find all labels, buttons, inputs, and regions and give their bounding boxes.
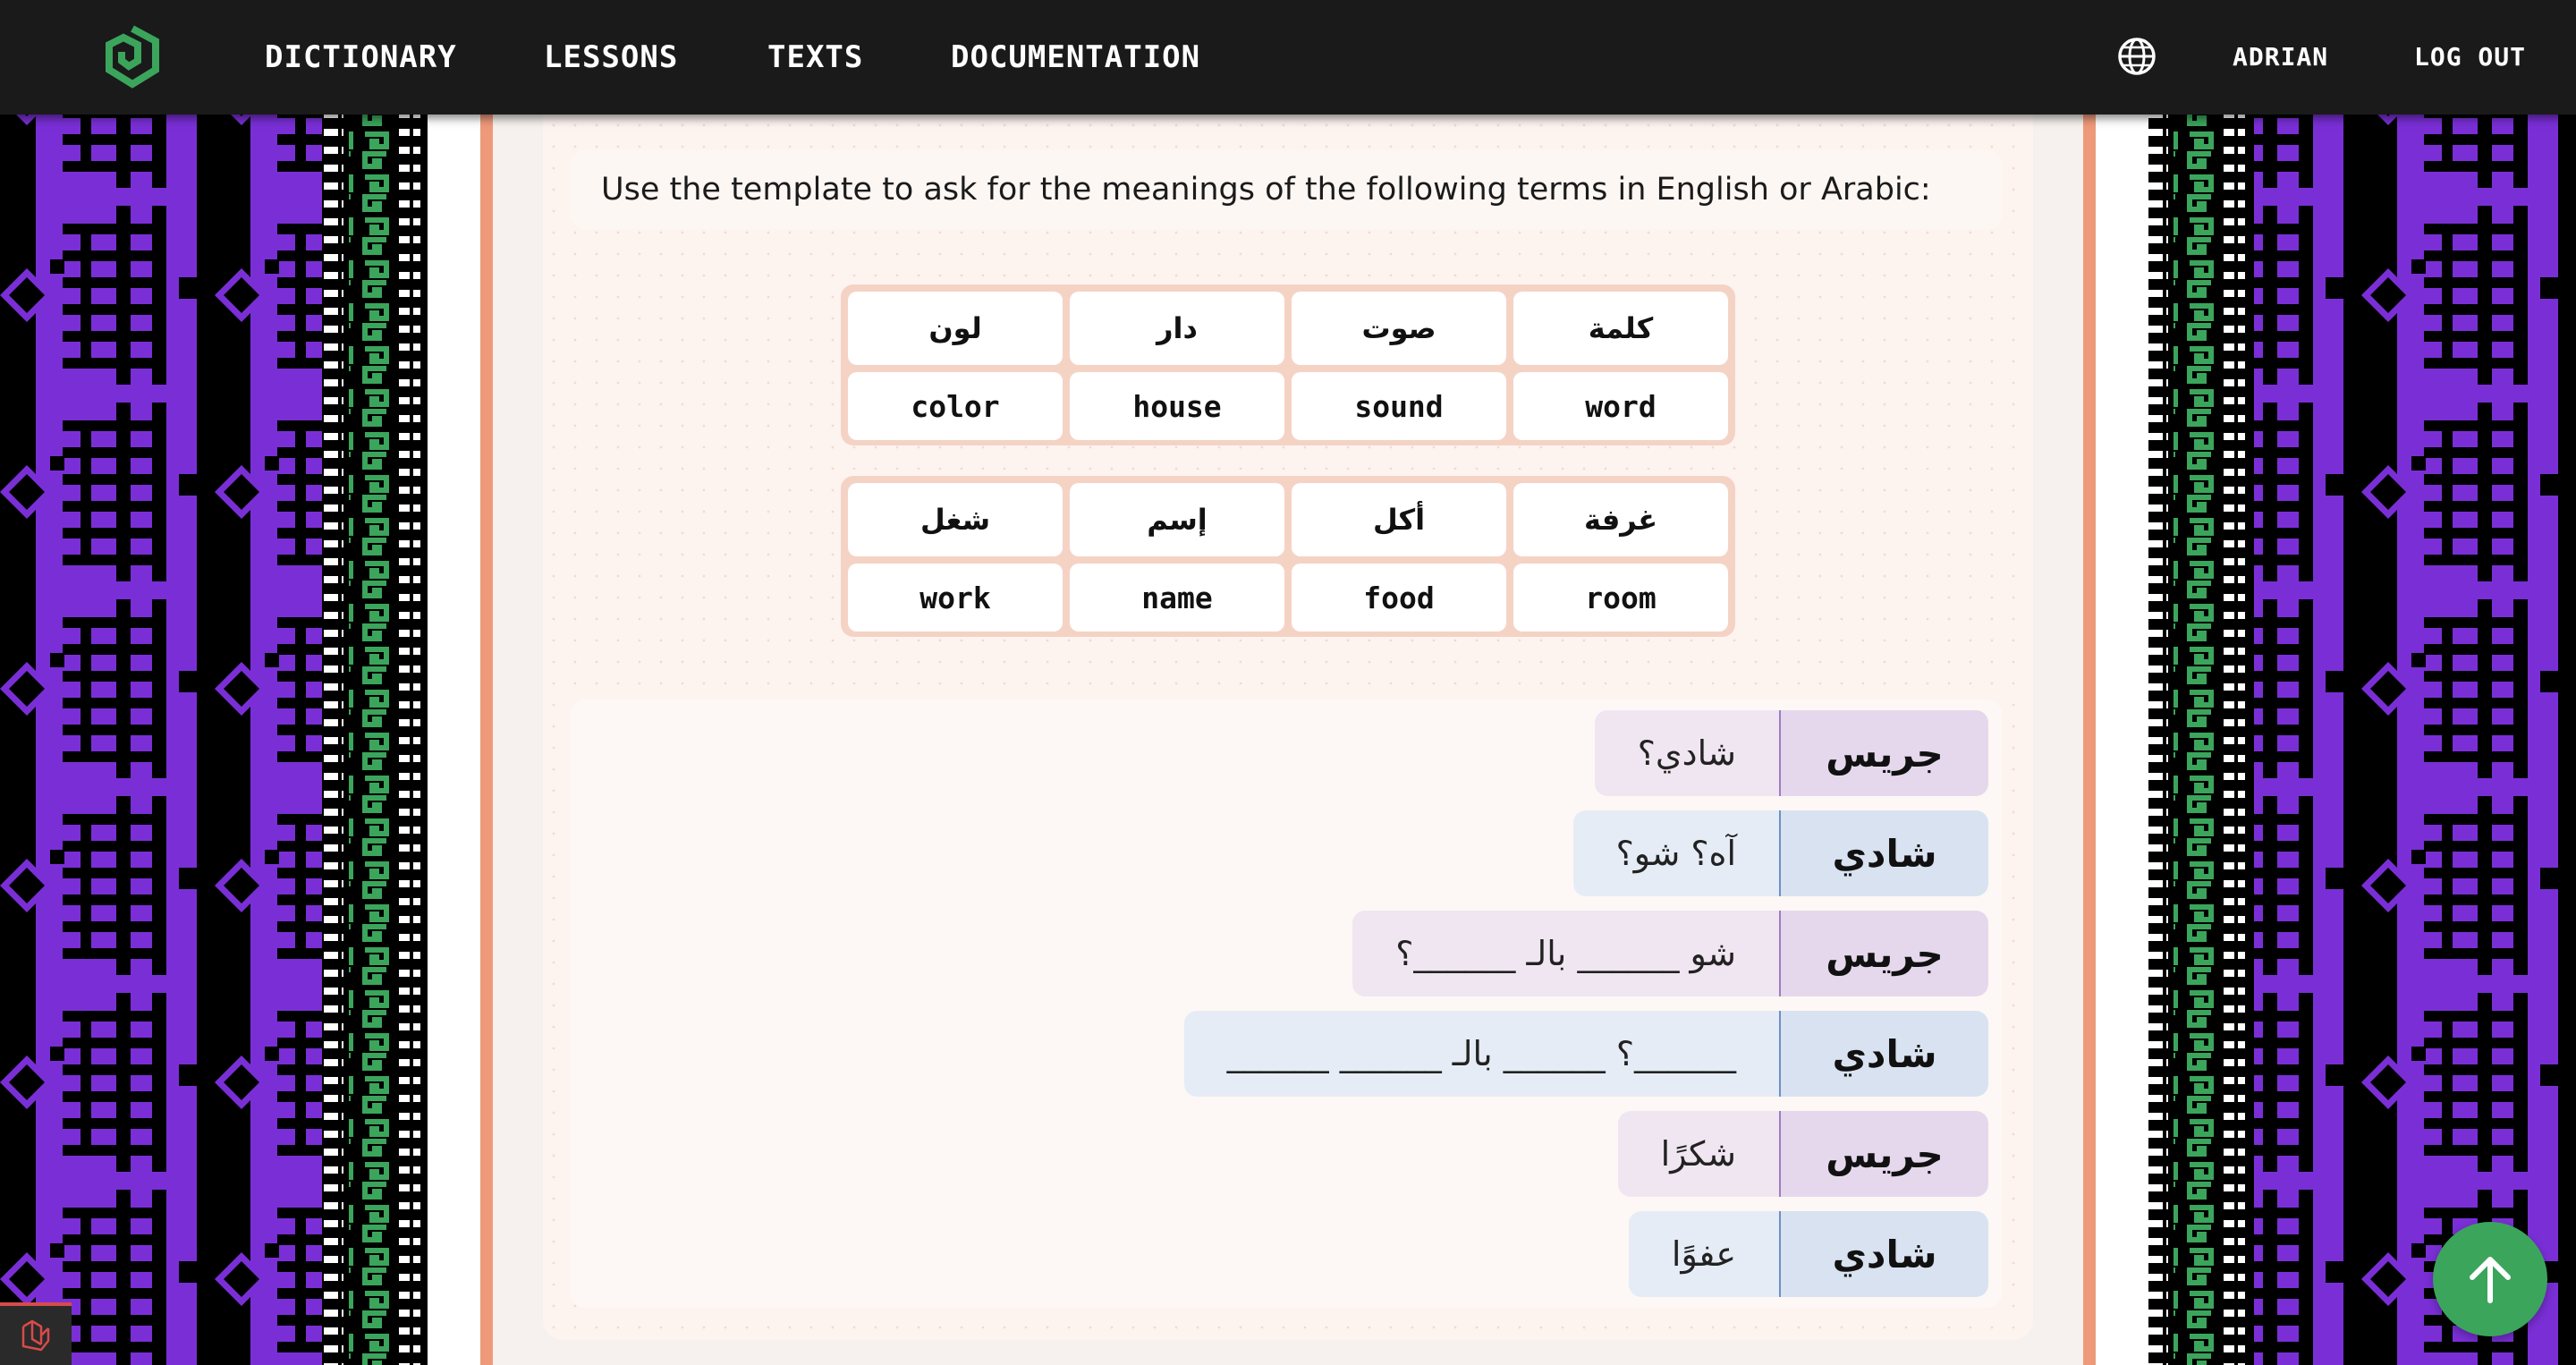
dialogue-text: آه؟ شو؟ bbox=[1572, 810, 1779, 896]
dialogue-text: عفوًا bbox=[1628, 1211, 1779, 1297]
dialogue-speaker: شادي bbox=[1779, 1011, 1988, 1097]
vocab-arabic-term: إسم bbox=[1070, 483, 1284, 556]
dialogue-text: شكرًا bbox=[1617, 1111, 1779, 1197]
exercise-instruction: Use the template to ask for the meanings… bbox=[571, 150, 2002, 229]
dialogue-line: شادي عفوًا bbox=[1628, 1211, 1988, 1297]
vocab-arabic-term: غرفة bbox=[1513, 483, 1728, 556]
vocab-set-2: غرفة أكل إسم شغل room food name work bbox=[841, 476, 1735, 637]
tatreez-border-left bbox=[0, 0, 429, 1365]
dialogue-line: جريس شادي؟ bbox=[1594, 710, 1988, 796]
page-margin-left bbox=[428, 114, 481, 1365]
dialogue-line: شادي آه؟ شو؟ bbox=[1572, 810, 1988, 896]
dialogue-line: جريس شو ______ بالـ ______؟ bbox=[1352, 911, 1988, 996]
dialogue-text: شادي؟ bbox=[1594, 710, 1779, 796]
nav-lessons[interactable]: LESSONS bbox=[544, 0, 678, 114]
globe-icon[interactable] bbox=[2116, 36, 2157, 77]
vocab-arabic-term: شغل bbox=[848, 483, 1063, 556]
dialogue-speaker: جريس bbox=[1779, 1111, 1988, 1197]
vocab-arabic-term: أكل bbox=[1292, 483, 1506, 556]
scroll-to-top-button[interactable] bbox=[2433, 1222, 2547, 1336]
vocab-arabic-term: كلمة bbox=[1513, 292, 1728, 365]
site-logo-icon[interactable] bbox=[104, 25, 161, 89]
vocab-english-term: house bbox=[1070, 372, 1284, 440]
nav-documentation[interactable]: DOCUMENTATION bbox=[951, 0, 1200, 114]
top-navbar: DICTIONARY LESSONS TEXTS DOCUMENTATION A… bbox=[0, 0, 2576, 114]
arrow-up-icon bbox=[2470, 1257, 2511, 1303]
vocab-set-1: كلمة صوت دار لون word sound house color bbox=[841, 284, 1735, 445]
vocab-english-term: room bbox=[1513, 564, 1728, 632]
page-margin-right bbox=[2095, 114, 2148, 1365]
dialogue-text: شو ______ بالـ ______؟ bbox=[1352, 911, 1779, 996]
nav-dictionary[interactable]: DICTIONARY bbox=[265, 0, 457, 114]
dialogue-line: جريس شكرًا bbox=[1617, 1111, 1988, 1197]
user-menu[interactable]: ADRIAN bbox=[2233, 0, 2328, 114]
dialogue-speaker: شادي bbox=[1779, 1211, 1988, 1297]
vocab-english-term: color bbox=[848, 372, 1063, 440]
vocab-english-term: work bbox=[848, 564, 1063, 632]
tatreez-border-right bbox=[2147, 0, 2576, 1365]
vocab-english-term: sound bbox=[1292, 372, 1506, 440]
dialogue-speaker: جريس bbox=[1779, 911, 1988, 996]
vocab-arabic-term: دار bbox=[1070, 292, 1284, 365]
vocab-english-term: name bbox=[1070, 564, 1284, 632]
dialogue-speaker: شادي bbox=[1779, 810, 1988, 896]
vocab-english-term: food bbox=[1292, 564, 1506, 632]
debugbar-toggle[interactable] bbox=[0, 1302, 72, 1365]
dialogue-text: ______؟ ______ بالـ ______ ______ bbox=[1183, 1011, 1779, 1097]
logout-button[interactable]: LOG OUT bbox=[2414, 0, 2526, 114]
vocab-arabic-term: لون bbox=[848, 292, 1063, 365]
dialogue-speaker: جريس bbox=[1779, 710, 1988, 796]
dialogue-line: شادي ______؟ ______ بالـ ______ ______ bbox=[1183, 1011, 1988, 1097]
vocab-english-term: word bbox=[1513, 372, 1728, 440]
laravel-icon bbox=[21, 1319, 50, 1352]
nav-texts[interactable]: TEXTS bbox=[767, 0, 863, 114]
vocab-arabic-term: صوت bbox=[1292, 292, 1506, 365]
